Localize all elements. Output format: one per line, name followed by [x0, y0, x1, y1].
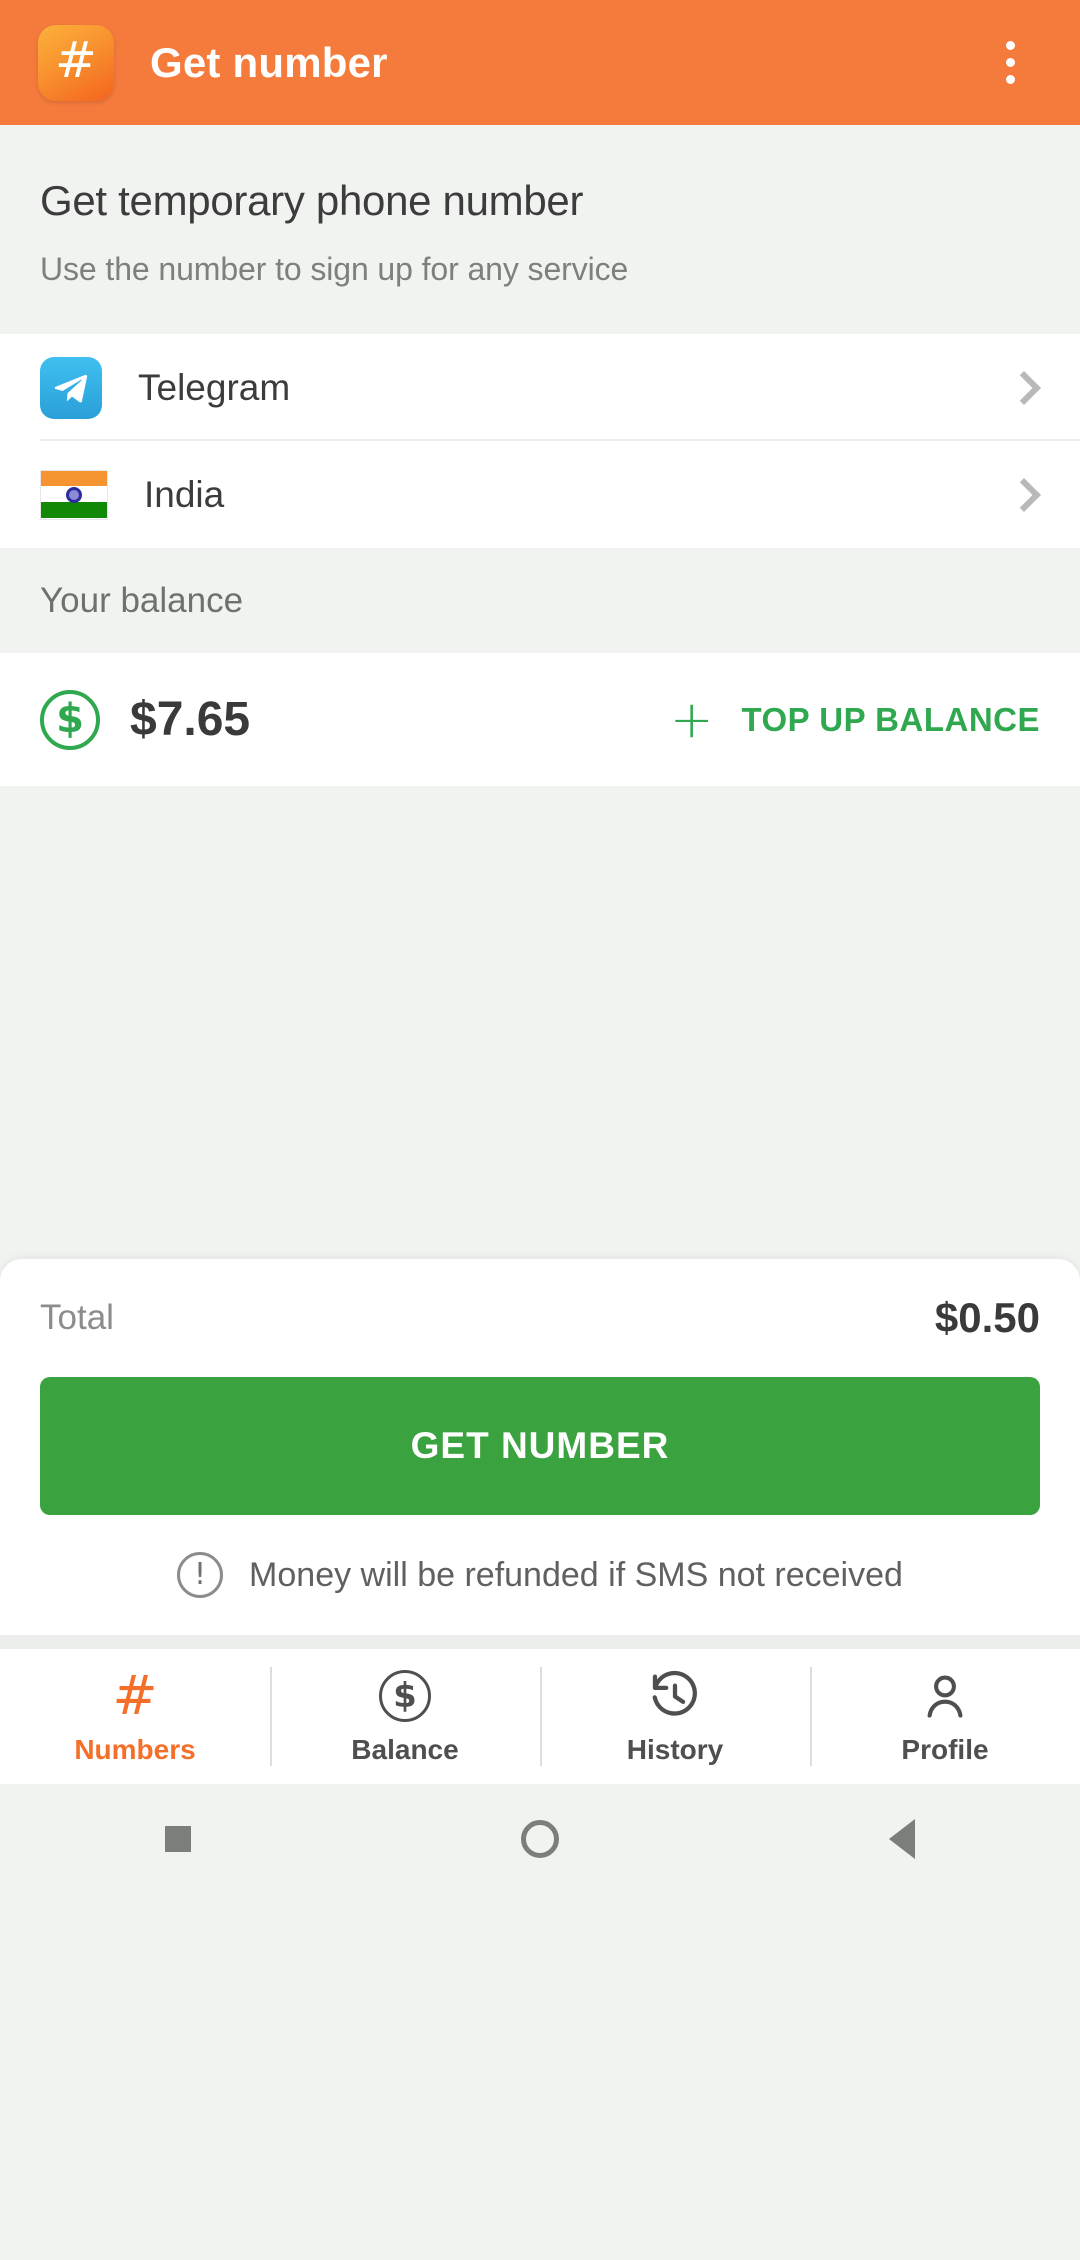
selector-card: Telegram India [0, 334, 1080, 548]
total-label: Total [40, 1298, 114, 1337]
tab-profile[interactable]: Profile [810, 1649, 1080, 1784]
country-selector-row[interactable]: India [0, 441, 1080, 548]
hash-app-icon-glyph: # [55, 30, 97, 89]
service-selector-label: Telegram [138, 366, 291, 408]
plus-icon: + [669, 689, 714, 750]
tab-balance-label: Balance [351, 1733, 459, 1765]
recents-square-icon[interactable] [165, 1826, 191, 1852]
person-icon [919, 1668, 971, 1724]
history-clock-icon [648, 1668, 702, 1724]
tab-numbers[interactable]: # Numbers [0, 1649, 270, 1784]
dollar-circle-icon: $ [379, 1668, 431, 1724]
total-row: Total $0.50 [40, 1259, 1040, 1377]
exclamation-circle-icon: ! [177, 1552, 224, 1598]
hash-icon: # [112, 1663, 158, 1727]
home-circle-icon[interactable] [521, 1820, 559, 1858]
telegram-icon [40, 356, 102, 419]
purchase-sheet: Total $0.50 GET NUMBER ! Money will be r… [0, 1259, 1080, 1635]
more-options-icon[interactable] [980, 25, 1040, 101]
hash-app-icon: # [38, 24, 114, 101]
country-selector-label: India [144, 473, 225, 515]
header-subtitle: Use the number to sign up for any servic… [40, 251, 629, 287]
android-system-nav [0, 1784, 1080, 1894]
tab-history[interactable]: History [540, 1649, 810, 1784]
balance-section-header: Your balance [0, 548, 1080, 653]
refund-note: ! Money will be refunded if SMS not rece… [40, 1515, 1040, 1635]
flag-stripe-green [41, 502, 107, 519]
bottom-tab-bar: # Numbers $ Balance History Profile [0, 1649, 1080, 1784]
app-bar: # Get number [0, 0, 1080, 125]
more-dot-2 [1005, 58, 1015, 67]
top-up-balance-label: TOP UP BALANCE [741, 700, 1040, 738]
chevron-right-icon [1007, 477, 1041, 512]
get-number-button[interactable]: GET NUMBER [40, 1377, 1040, 1515]
balance-card: $ $7.65 + TOP UP BALANCE [0, 653, 1080, 786]
tab-balance[interactable]: $ Balance [270, 1649, 540, 1784]
service-selector-row[interactable]: Telegram [0, 334, 1080, 441]
india-flag-icon [40, 469, 108, 520]
total-value: $0.50 [934, 1294, 1040, 1341]
tab-numbers-label: Numbers [74, 1733, 196, 1765]
balance-section-label: Your balance [40, 580, 244, 620]
balance-amount: $7.65 [130, 693, 251, 746]
chevron-right-icon [1007, 370, 1041, 405]
dollar-circle-icon: $ [40, 689, 100, 750]
content-spacer [0, 786, 1080, 1259]
ashoka-chakra-icon [66, 486, 82, 503]
exclamation-glyph: ! [194, 1557, 207, 1592]
tabbar-separator [0, 1635, 1080, 1649]
page-title: Get number [150, 38, 388, 86]
refund-note-text: Money will be refunded if SMS not receiv… [249, 1555, 903, 1594]
more-dot-3 [1005, 75, 1015, 84]
back-triangle-icon[interactable] [889, 1819, 915, 1859]
tab-history-label: History [626, 1733, 724, 1765]
header-block: Get temporary phone number Use the numbe… [0, 125, 1080, 334]
top-up-balance-button[interactable]: + TOP UP BALANCE [670, 694, 1040, 746]
balance-amount-group: $ $7.65 [40, 689, 251, 750]
flag-stripe-saffron [41, 470, 107, 487]
more-dot-1 [1005, 41, 1015, 50]
tab-profile-label: Profile [901, 1733, 989, 1765]
header-title: Get temporary phone number [40, 177, 584, 224]
